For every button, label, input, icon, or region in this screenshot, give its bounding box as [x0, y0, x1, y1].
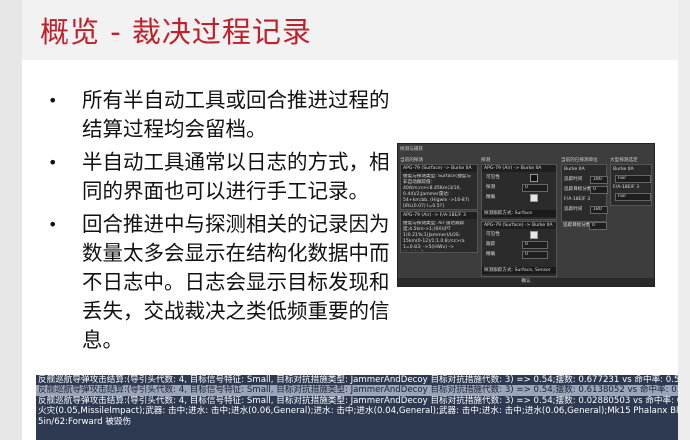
track-score-input[interactable]: 0: [590, 186, 608, 194]
row-label: 追踪目标分数: [564, 187, 592, 192]
slide-title: 概览 - 裁决过程记录: [40, 15, 312, 49]
confirm-button[interactable]: 确认: [398, 278, 654, 286]
col-title-large-detection: 大型探测选定: [610, 158, 638, 163]
large-detection-unit-1[interactable]: Burke IIA: [613, 167, 634, 173]
bullet-dot: •: [48, 91, 58, 110]
row-label: 跟踪: [486, 242, 496, 247]
bullet-text: 回合推进中与探测相关的记录因为数量太多会显示在结构化数据中而不日志中。日志会显示…: [82, 212, 390, 352]
detected-unit-list[interactable]: Burke IIA 追踪时间 180 追踪目标分数 0 F/A-18E/F 3 …: [561, 164, 608, 222]
log-line: 火灾(0.05,MissileImpact);武器: 击中;进水: 击中;进水(…: [38, 406, 678, 417]
row-label: 追踪目标分数: [563, 223, 591, 228]
detection-block-1-header: APG-79 (Surface) -> Burke IIA: [401, 165, 477, 172]
row-label: 追踪时间: [564, 207, 583, 212]
accuracy-value[interactable]: 0: [522, 251, 548, 259]
large-detection-unit-2[interactable]: F/A-18E/F 3: [613, 185, 639, 191]
row-label: 精确: [486, 252, 496, 257]
detection-entry-2-header: APG-79 (Surface) -> Burke IIA: [482, 222, 556, 229]
detection-dialog-screenshot: 探测与捕获 当前的探测 探测 当前的已探测单位 大型探测选定 APG-79 (S…: [397, 143, 655, 287]
visibility-checkbox[interactable]: [530, 174, 538, 182]
adjudication-log: 反舰巡航导弹攻击结算:(导引头代数: 4, 目标信号特征: Small, 目标对…: [36, 375, 678, 440]
left-margin: [0, 0, 22, 440]
detection-block-2-text: 捷度与探测类型: Air 雷达跟踪度;4.5km->1;(6X)(PT 1)0.…: [403, 221, 465, 250]
detection-entry-1[interactable]: APG-79 (Air) -> Burke IIA 可见性 探测 0 精确 探测…: [481, 164, 557, 220]
log-line: 反舰巡航导弹攻击结算:(导引头代数: 4, 目标信号特征: Small, 目标对…: [38, 375, 678, 385]
detection-entry-2-band: 探测跟踪方式: Surface, Sensor: [482, 267, 556, 274]
row-label: 探测: [486, 185, 496, 190]
detection-entry-1-band: 探测跟踪方式: Surface: [482, 210, 556, 217]
bullet-item: • 所有半自动工具或回合推进过程的结算过程均会留档。: [48, 86, 393, 144]
row-label: 可见性: [486, 232, 500, 237]
bullet-item: • 回合推进中与探测相关的记录因为数量太多会显示在结构化数据中而不日志中。日志会显…: [48, 210, 393, 355]
bullet-dot: •: [48, 153, 58, 172]
track-time-input[interactable]: 180: [590, 176, 608, 184]
track-score-input[interactable]: 0: [589, 222, 607, 230]
accuracy-checkbox[interactable]: [530, 194, 538, 202]
detect-value[interactable]: 0: [522, 184, 548, 192]
detection-block-1[interactable]: APG-79 (Surface) -> Burke IIA 捷度与探测类型: S…: [400, 164, 478, 210]
col-title-current-detection: 当前的探测: [400, 158, 423, 163]
large-detection-list[interactable]: Burke IIA Fair F/A-18E/F 3 Fair: [610, 164, 652, 206]
quality-select-1[interactable]: Fair: [615, 175, 651, 183]
col-title-detected-units: 当前的已探测单位: [561, 158, 598, 163]
track-value[interactable]: 0: [522, 241, 548, 249]
detection-block-1-text: 捷度与探测类型: Surface;捷度与非自动跟踪值: 40/km;rcs<8.…: [403, 174, 471, 208]
dialog-header: 探测与捕获: [400, 147, 423, 152]
bullet-list: • 所有半自动工具或回合推进过程的结算过程均会留档。 • 半自动工具通常以日志的方式…: [48, 86, 393, 359]
log-line: 5in/62:Forward 被毁伤: [38, 416, 132, 427]
detection-entry-2[interactable]: APG-79 (Surface) -> Burke IIA 可见性 跟踪 0 精…: [481, 221, 557, 277]
visibility-checkbox[interactable]: [530, 231, 538, 239]
detected-unit-1[interactable]: Burke IIA: [564, 167, 585, 173]
bullet-dot: •: [48, 215, 58, 234]
log-line: 反舰巡航导弹攻击结算:(导引头代数: 4, 目标信号特征: Small, 目标对…: [38, 395, 678, 406]
track-time-input[interactable]: 180: [590, 206, 608, 214]
right-scrollbar[interactable]: [678, 0, 690, 440]
row-label: 可见性: [486, 175, 500, 180]
row-label: 精确: [486, 195, 496, 200]
bullet-text: 半自动工具通常以日志的方式，相同的界面也可以进行手工记录。: [82, 150, 390, 203]
bullet-item: • 半自动工具通常以日志的方式，相同的界面也可以进行手工记录。: [48, 148, 393, 206]
detection-block-2[interactable]: APG-79 (Air) -> F/A-18E/F 3 捷度与探测类型: Air…: [400, 211, 478, 253]
detection-block-2-header: APG-79 (Air) -> F/A-18E/F 3: [401, 212, 477, 219]
detection-entry-1-header: APG-79 (Air) -> Burke IIA: [482, 165, 556, 172]
log-line-highlighted: 反舰巡航导弹攻击结算:(导引头代数: 4, 目标信号特征: Small, 目标对…: [36, 385, 678, 396]
bullet-text: 所有半自动工具或回合推进过程的结算过程均会留档。: [82, 88, 390, 141]
row-label: 追踪时间: [564, 177, 583, 182]
quality-select-2[interactable]: Fair: [615, 193, 651, 201]
col-title-detection: 探测: [481, 158, 491, 163]
detected-unit-2[interactable]: F/A-18E/F 3: [564, 197, 590, 203]
